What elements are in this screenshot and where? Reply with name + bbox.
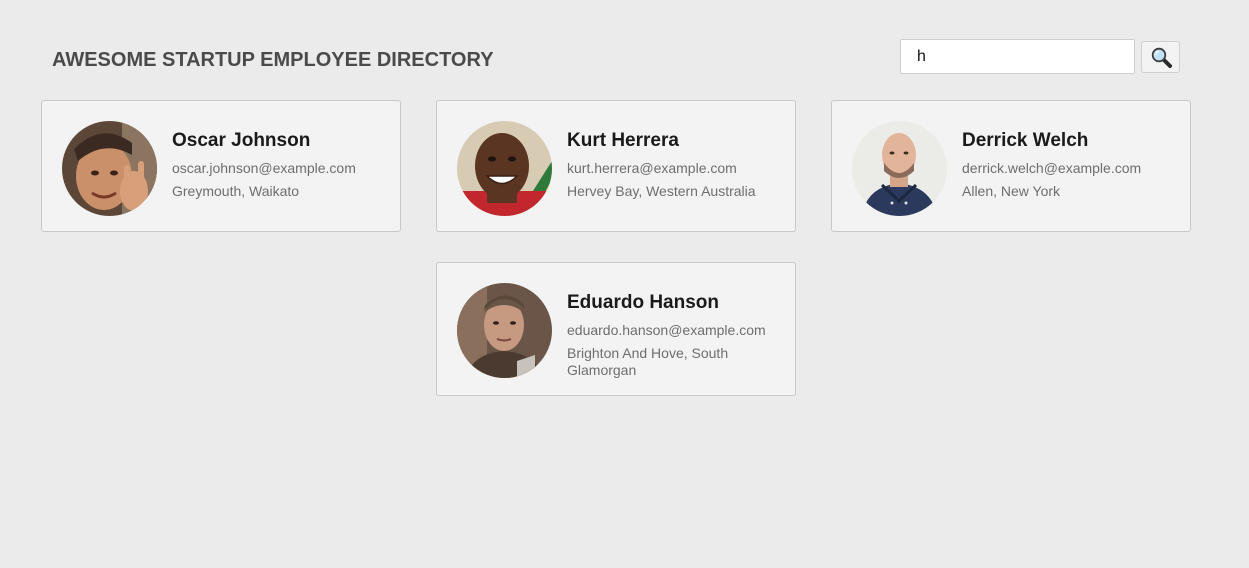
employee-info: Derrick Welch derrick.welch@example.com … — [962, 129, 1177, 200]
employee-card[interactable]: Derrick Welch derrick.welch@example.com … — [831, 100, 1191, 232]
employee-email: oscar.johnson@example.com — [172, 160, 356, 176]
search-button[interactable] — [1141, 41, 1180, 73]
employee-email: derrick.welch@example.com — [962, 160, 1142, 176]
employee-info: Eduardo Hanson eduardo.hanson@example.co… — [567, 291, 782, 379]
employee-card[interactable]: Eduardo Hanson eduardo.hanson@example.co… — [436, 262, 796, 396]
employee-name: Oscar Johnson — [172, 130, 311, 151]
employee-location: Greymouth, Waikato — [172, 183, 300, 199]
employee-location: Brighton And Hove, South Glamorgan — [567, 345, 729, 378]
employee-email: eduardo.hanson@example.com — [567, 322, 766, 338]
avatar — [457, 121, 552, 216]
avatar — [852, 121, 947, 216]
employee-name: Eduardo Hanson — [567, 292, 720, 313]
employee-card[interactable]: Oscar Johnson oscar.johnson@example.com … — [41, 100, 401, 232]
employee-name: Derrick Welch — [962, 130, 1089, 151]
employee-info: Kurt Herrera kurt.herrera@example.com He… — [567, 129, 782, 200]
page-title: AWESOME STARTUP EMPLOYEE DIRECTORY — [52, 49, 494, 71]
employee-card[interactable]: Kurt Herrera kurt.herrera@example.com He… — [436, 100, 796, 232]
avatar — [457, 283, 552, 378]
employee-location: Allen, New York — [962, 183, 1061, 199]
employee-location: Hervey Bay, Western Australia — [567, 183, 756, 199]
employee-info: Oscar Johnson oscar.johnson@example.com … — [172, 129, 387, 200]
search-icon — [1151, 47, 1172, 68]
employee-email: kurt.herrera@example.com — [567, 160, 737, 176]
search-input[interactable] — [900, 39, 1135, 74]
avatar — [62, 121, 157, 216]
employee-name: Kurt Herrera — [567, 130, 679, 151]
